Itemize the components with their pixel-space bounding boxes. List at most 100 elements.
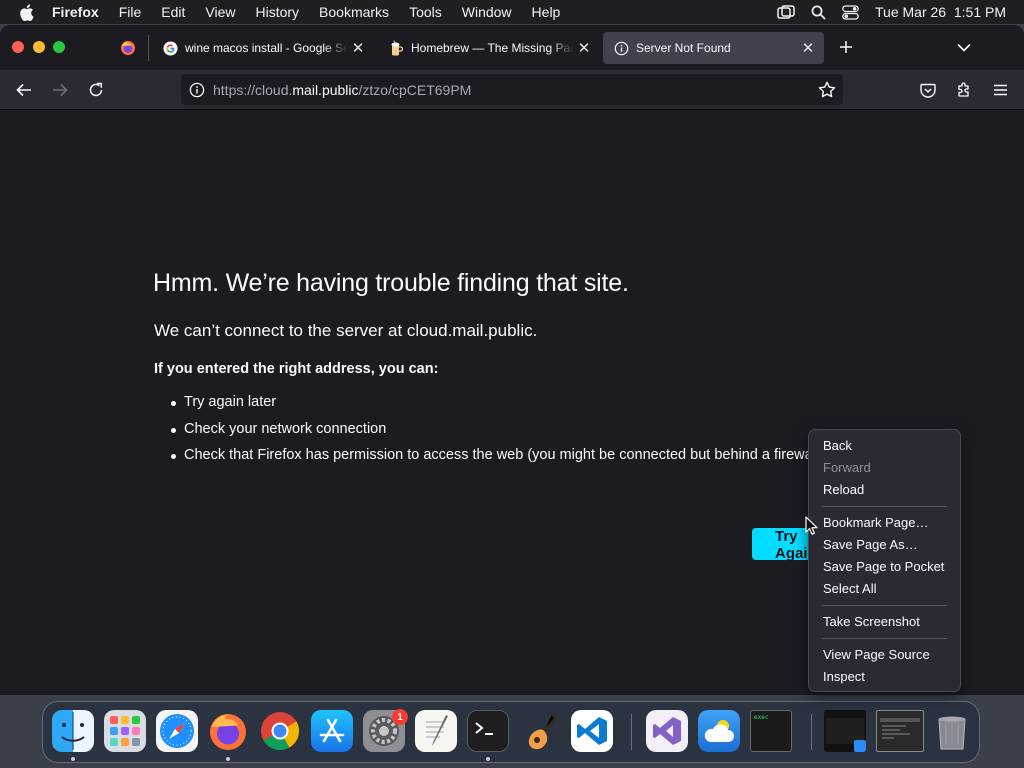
- tab-close-icon[interactable]: ✕: [574, 39, 594, 57]
- context-menu: Back Forward Reload Bookmark Page… Save …: [808, 429, 961, 692]
- extensions-button[interactable]: [950, 76, 978, 104]
- site-info-icon[interactable]: [189, 82, 205, 98]
- menu-separator: [822, 638, 947, 639]
- control-center-icon[interactable]: [842, 4, 859, 20]
- context-menu-bookmark-page[interactable]: Bookmark Page…: [809, 512, 960, 534]
- context-menu-forward[interactable]: Forward: [809, 457, 960, 479]
- firefox-view-button[interactable]: [110, 32, 142, 64]
- running-indicator: [486, 757, 490, 761]
- context-menu-save-page-as[interactable]: Save Page As…: [809, 534, 960, 556]
- list-all-tabs-button[interactable]: [952, 35, 976, 59]
- list-item: Check your network connection: [154, 421, 824, 448]
- tab-server-not-found[interactable]: Server Not Found ✕: [603, 32, 824, 64]
- visual-studio-icon[interactable]: [646, 710, 688, 752]
- list-item: Try again later: [154, 394, 824, 421]
- menu-separator: [822, 506, 947, 507]
- terminal-icon[interactable]: [467, 710, 509, 752]
- context-menu-reload[interactable]: Reload: [809, 479, 960, 501]
- error-message: We can’t connect to the server at cloud.…: [154, 321, 538, 340]
- tab-label: wine macos install - Google Search: [185, 41, 348, 55]
- weather-icon[interactable]: [698, 710, 740, 752]
- tab-label: Homebrew — The Missing Package Manager: [411, 41, 574, 55]
- menubar-clock[interactable]: Tue Mar 26 1:51 PM: [875, 4, 1006, 20]
- list-item: Check that Firefox has permission to acc…: [154, 447, 824, 474]
- tab-homebrew[interactable]: Homebrew — The Missing Package Manager ✕: [378, 32, 600, 64]
- menu-separator: [822, 605, 947, 606]
- firefox-view-icon: [120, 40, 136, 56]
- context-menu-back[interactable]: Back: [809, 435, 960, 457]
- safari-icon[interactable]: [156, 710, 198, 752]
- window-preview-2-icon[interactable]: [876, 710, 924, 752]
- mouse-cursor-icon: [805, 516, 818, 535]
- context-menu-inspect[interactable]: Inspect: [809, 666, 960, 688]
- info-icon: [613, 40, 629, 56]
- reload-icon: [89, 82, 103, 97]
- running-indicator: [71, 757, 75, 761]
- new-tab-button[interactable]: [834, 35, 858, 59]
- tab-google-search[interactable]: wine macos install - Google Search ✕: [152, 32, 374, 64]
- close-window-button[interactable]: [12, 41, 24, 53]
- firefox-dock-icon[interactable]: [207, 710, 249, 752]
- homebrew-icon: [388, 40, 404, 56]
- bookmark-star-icon[interactable]: [818, 81, 836, 98]
- chevron-down-icon: [957, 43, 971, 52]
- pocket-icon: [920, 83, 936, 98]
- hamburger-menu-icon: [993, 84, 1007, 96]
- spotlight-search-icon[interactable]: [811, 5, 826, 20]
- tab-label: Server Not Found: [636, 41, 731, 55]
- app-store-icon[interactable]: [311, 710, 353, 752]
- back-button[interactable]: [10, 76, 38, 104]
- reload-button[interactable]: [82, 76, 110, 104]
- arrow-left-icon: [16, 83, 31, 97]
- exec-label: exec: [754, 714, 769, 721]
- running-indicator: [226, 757, 230, 761]
- arrow-right-icon: [53, 83, 68, 97]
- menu-file[interactable]: File: [109, 0, 152, 24]
- url-bar[interactable]: https://cloud.mail.public/ztzo/cpCET69PM: [181, 74, 843, 105]
- context-menu-select-all[interactable]: Select All: [809, 578, 960, 600]
- error-title: Hmm. We’re having trouble finding that s…: [153, 269, 629, 297]
- finder-icon[interactable]: [52, 710, 94, 752]
- vscode-icon[interactable]: [571, 710, 613, 752]
- context-menu-save-to-pocket[interactable]: Save Page to Pocket: [809, 556, 960, 578]
- menu-help[interactable]: Help: [522, 0, 571, 24]
- url-text[interactable]: https://cloud.mail.public/ztzo/cpCET69PM: [213, 82, 471, 98]
- launchpad-icon[interactable]: [104, 710, 146, 752]
- zoom-window-button[interactable]: [53, 41, 65, 53]
- menu-view[interactable]: View: [195, 0, 245, 24]
- screen-mirroring-icon[interactable]: [777, 4, 795, 20]
- menu-bar: Firefox File Edit View History Bookmarks…: [0, 0, 1024, 24]
- context-menu-take-screenshot[interactable]: Take Screenshot: [809, 611, 960, 633]
- forward-button[interactable]: [46, 76, 74, 104]
- textedit-icon[interactable]: [415, 710, 457, 752]
- url-suffix: /ztzo/cpCET69PM: [358, 81, 472, 98]
- menu-history[interactable]: History: [245, 0, 309, 24]
- tab-close-icon[interactable]: ✕: [798, 39, 818, 57]
- context-menu-view-source[interactable]: View Page Source: [809, 644, 960, 666]
- menu-window[interactable]: Window: [452, 0, 522, 24]
- system-settings-icon[interactable]: 1: [363, 709, 408, 752]
- google-icon: [162, 40, 178, 56]
- trash-icon[interactable]: [931, 710, 973, 752]
- plus-icon: [840, 41, 852, 53]
- menu-app-firefox[interactable]: Firefox: [52, 0, 109, 24]
- dock-separator: [811, 714, 812, 750]
- dock-separator: [631, 714, 632, 750]
- minimize-window-button[interactable]: [33, 41, 45, 53]
- navigation-toolbar: https://cloud.mail.public/ztzo/cpCET69PM: [0, 70, 1024, 110]
- menu-bookmarks[interactable]: Bookmarks: [309, 0, 399, 24]
- exec-terminal-icon[interactable]: exec: [750, 710, 792, 752]
- pocket-button[interactable]: [914, 76, 942, 104]
- chrome-icon[interactable]: [259, 710, 301, 752]
- tab-close-icon[interactable]: ✕: [348, 39, 368, 57]
- url-host: mail.public: [292, 81, 359, 98]
- app-menu-button[interactable]: [986, 76, 1014, 104]
- tab-separator: [148, 35, 149, 61]
- apple-menu-icon[interactable]: [0, 3, 52, 21]
- window-preview-1-icon[interactable]: [824, 710, 866, 752]
- dock: 1 exec: [42, 701, 980, 763]
- garageband-icon[interactable]: [519, 710, 561, 752]
- menu-tools[interactable]: Tools: [399, 0, 452, 24]
- menu-edit[interactable]: Edit: [151, 0, 195, 24]
- notification-badge: 1: [392, 709, 408, 725]
